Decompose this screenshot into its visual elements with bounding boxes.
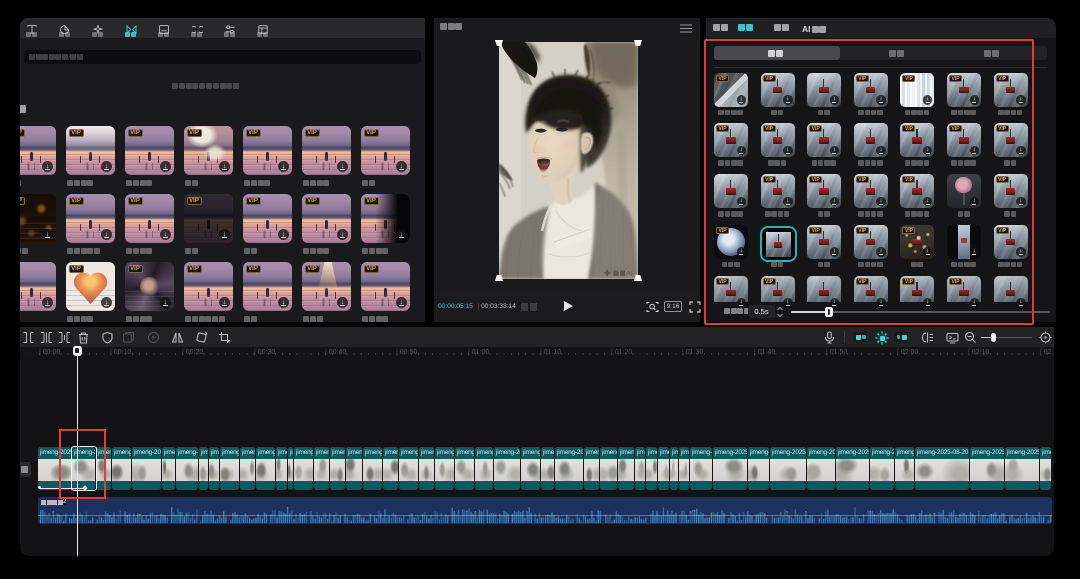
svg-text:AI: AI bbox=[627, 271, 633, 278]
